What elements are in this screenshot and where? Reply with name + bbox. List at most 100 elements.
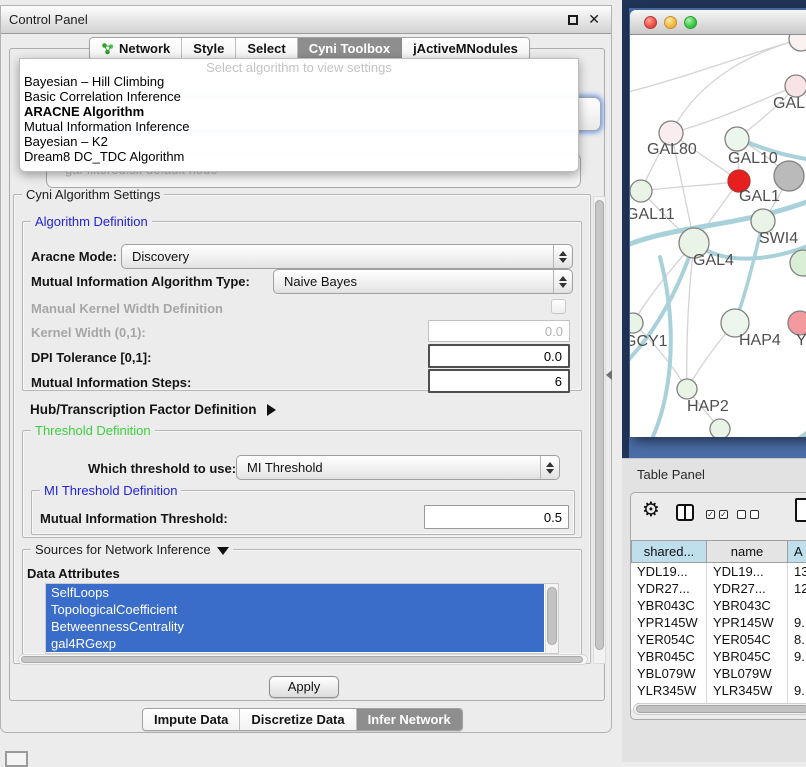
attribute-item-selfloops[interactable]: SelfLoops — [46, 584, 544, 601]
network-node-gal11[interactable] — [630, 180, 652, 202]
network-edge[interactable] — [671, 39, 801, 133]
table-row[interactable]: YBR045CYBR045C9. — [631, 648, 806, 665]
stepper-icon[interactable] — [553, 245, 572, 268]
table-cell: YDR27... — [631, 580, 707, 597]
table-panel-title: Table Panel — [637, 467, 705, 482]
close-traffic-light-icon[interactable] — [644, 16, 657, 29]
tab-network[interactable]: Network — [90, 38, 182, 59]
table-horizontal-scrollbar[interactable] — [633, 703, 806, 715]
tab-discretize-data[interactable]: Discretize Data — [240, 709, 356, 730]
network-node[interactable] — [774, 161, 804, 191]
dpi-tolerance-label: DPI Tolerance [0,1]: — [31, 350, 151, 365]
tab-jactivemnodules[interactable]: jActiveMNodules — [402, 38, 529, 59]
attribute-items: SelfLoopsTopologicalCoefficientBetweenne… — [46, 584, 558, 652]
table-row[interactable]: YPR145WYPR145W9. — [631, 614, 806, 631]
minimize-traffic-light-icon[interactable] — [664, 16, 677, 29]
table-cell: YPR145W — [631, 614, 707, 631]
mi-type-combobox[interactable]: Naive Bayes — [273, 269, 573, 294]
table-cell: YPR145W — [707, 614, 788, 631]
table-row[interactable]: YER054CYER054C8. — [631, 631, 806, 648]
attribute-item-betweennesscentrality[interactable]: BetweennessCentrality — [46, 618, 544, 635]
kernel-width-label: Kernel Width (0,1): — [31, 325, 146, 340]
network-node-label: GAL80 — [647, 141, 697, 158]
network-node-gal[interactable] — [785, 75, 806, 97]
mi-threshold-field[interactable] — [424, 505, 569, 529]
network-node[interactable] — [790, 250, 806, 276]
manual-kernel-checkbox[interactable] — [551, 299, 566, 314]
stepper-icon[interactable] — [540, 456, 559, 479]
split-divider-arrow-icon[interactable] — [606, 370, 612, 380]
column-layout-icon[interactable] — [676, 504, 694, 521]
scrollbar-thumb[interactable] — [21, 656, 583, 663]
apply-button[interactable]: Apply — [269, 676, 339, 698]
dropdown-option-aracne-algorithm[interactable]: ARACNE Algorithm — [20, 104, 578, 119]
network-canvas[interactable]: GALGAL80GAL10GAL1GAL11SWI4GAL4GCY1HAP4YH… — [630, 35, 806, 437]
tab-style[interactable]: Style — [182, 38, 236, 59]
zoom-traffic-light-icon[interactable] — [684, 16, 697, 29]
group-title: Cyni Algorithm Settings — [22, 187, 164, 202]
scrollbar-thumb[interactable] — [595, 200, 604, 650]
settings-vertical-scrollbar[interactable] — [593, 196, 606, 664]
column-header-shared-name[interactable]: shared... — [631, 540, 707, 563]
table-cell: YBR045C — [631, 648, 707, 665]
table-row[interactable]: YLR345WYLR345W9. — [631, 682, 806, 699]
data-attributes-list[interactable]: SelfLoopsTopologicalCoefficientBetweenne… — [45, 583, 559, 654]
dpi-tolerance-field[interactable] — [428, 344, 570, 368]
scrollbar-thumb[interactable] — [547, 587, 557, 645]
scrollbar-thumb[interactable] — [636, 705, 806, 713]
dropdown-option-mutual-information-inference[interactable]: Mutual Information Inference — [20, 119, 578, 134]
network-window-titlebar[interactable] — [630, 10, 806, 35]
network-edge[interactable] — [641, 181, 739, 191]
list-vertical-scrollbar[interactable] — [545, 584, 558, 653]
dropdown-option-basic-correlation-inference[interactable]: Basic Correlation Inference — [20, 89, 578, 104]
close-icon[interactable]: ✕ — [588, 11, 600, 28]
select-all-checks-icon[interactable]: ✓ ✓ — [706, 510, 728, 519]
aracne-mode-label: Aracne Mode: — [31, 249, 117, 264]
table-cell: YDR27... — [707, 580, 788, 597]
checked-box-icon: ✓ — [719, 510, 728, 519]
table-row[interactable]: YBR043CYBR043C — [631, 597, 806, 614]
tab-cyni-toolbox[interactable]: Cyni Toolbox — [298, 38, 402, 59]
gear-icon[interactable]: ⚙ — [642, 499, 660, 521]
tab-select[interactable]: Select — [236, 38, 297, 59]
combobox-value: MI Threshold — [247, 460, 323, 475]
network-node[interactable] — [789, 35, 806, 51]
attribute-item-topologicalcoefficient[interactable]: TopologicalCoefficient — [46, 601, 544, 618]
network-edge[interactable] — [780, 390, 806, 437]
dropdown-option-bayesian-hill-climbing[interactable]: Bayesian – Hill Climbing — [20, 74, 578, 89]
column-header-partial[interactable]: A — [788, 540, 806, 563]
tab-label: Network — [119, 41, 170, 56]
tab-infer-network[interactable]: Infer Network — [357, 709, 462, 730]
table-row[interactable]: YBL079WYBL079W — [631, 665, 806, 682]
dropdown-option-dream8-dc-tdc-algorithm[interactable]: Dream8 DC_TDC Algorithm — [20, 149, 578, 164]
group-title: MI Threshold Definition — [40, 483, 181, 498]
hub-definition-expander[interactable]: Hub/Transcription Factor Definition — [30, 402, 276, 417]
new-table-icon[interactable] — [795, 498, 806, 522]
kernel-width-field[interactable] — [428, 320, 570, 342]
settings-horizontal-scrollbar[interactable] — [18, 654, 588, 665]
table-cell: YER054C — [707, 631, 788, 648]
table-cell: YBR043C — [707, 597, 788, 614]
network-node-gal10[interactable] — [725, 127, 749, 151]
which-threshold-label: Which threshold to use: — [88, 461, 236, 476]
tab-impute-data[interactable]: Impute Data — [143, 709, 240, 730]
stepper-icon[interactable] — [553, 270, 572, 293]
threshold-combobox[interactable]: MI Threshold — [236, 455, 560, 480]
dropdown-option-bayesian-k2[interactable]: Bayesian – K2 — [20, 134, 578, 149]
minimized-panel-icon[interactable] — [5, 751, 28, 767]
mi-steps-field[interactable] — [428, 369, 570, 393]
table-cell: YER054C — [631, 631, 707, 648]
float-window-icon[interactable] — [568, 15, 578, 25]
table-row[interactable]: YDL19...YDL19...13 — [631, 563, 806, 580]
column-header-name[interactable]: name — [707, 540, 788, 563]
network-node-hap2[interactable] — [677, 379, 697, 399]
table-row[interactable]: YDR27...YDR27...12 — [631, 580, 806, 597]
algorithm-definition-group: Algorithm Definition Aracne Mode: Discov… — [22, 221, 582, 391]
network-node[interactable] — [710, 419, 730, 437]
network-node-label: GAL4 — [693, 252, 734, 269]
threshold-definition-group: Threshold Definition Which threshold to … — [22, 430, 582, 538]
sources-title[interactable]: Sources for Network Inference — [31, 542, 233, 557]
deselect-all-checks-icon[interactable] — [737, 510, 759, 519]
aracne-mode-combobox[interactable]: Discovery — [121, 244, 573, 269]
attribute-item-gal4rgexp[interactable]: gal4RGexp — [46, 635, 544, 652]
